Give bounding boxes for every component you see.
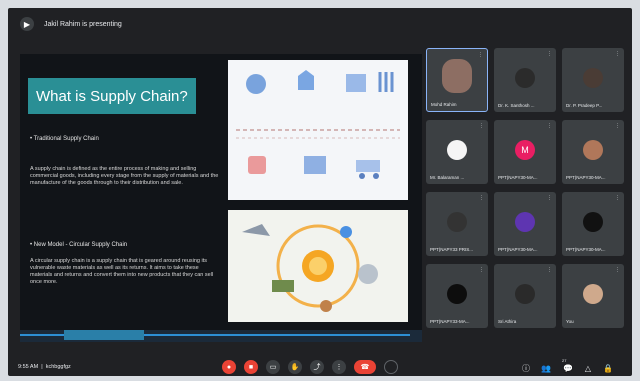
participant-tile[interactable]: ⋮ Dr. P. Pradeep P... [562, 48, 624, 112]
tile-menu-icon[interactable]: ⋮ [615, 123, 620, 129]
participant-tile[interactable]: ⋮ PPT(NAPY30-MA... [562, 120, 624, 184]
reaction-button[interactable] [384, 360, 398, 374]
tile-menu-icon[interactable]: ⋮ [479, 123, 484, 129]
bottom-control-bar: 9:55 AM | kchbggfgz ● ■ ▭ ✋ ⤴ ⋮ ☎ ⓘ 👥 27… [8, 356, 632, 376]
participant-name: PPT(NAPY33 PRIS... [430, 247, 474, 252]
slide-progress-bar [20, 330, 422, 342]
slide-section1-body: A supply chain is defined as the entire … [30, 166, 219, 186]
participant-name: Sri Athira [498, 319, 517, 324]
avatar [447, 212, 467, 232]
participant-tile[interactable]: ⋮ PPT(NAPY33 PRIS... [426, 192, 488, 256]
camera-off-icon: ■ [248, 363, 254, 371]
meet-window: ▶ Jakil Rahim is presenting What is Supp… [8, 8, 632, 376]
activities-button[interactable]: △ [582, 362, 594, 374]
mic-off-icon: ● [226, 363, 232, 371]
more-options-button[interactable]: ⋮ [332, 360, 346, 374]
participant-name: Dr. K. Santhosh ... [498, 103, 535, 108]
chat-button[interactable]: 💬 [562, 362, 574, 374]
end-call-button[interactable]: ☎ [354, 360, 376, 374]
participant-name: Mohd Rahim [431, 102, 457, 107]
slide-title-box: What is Supply Chain? [28, 78, 196, 114]
avatar [442, 59, 472, 93]
participant-name: PPT(NAPY30-MA... [566, 247, 606, 252]
avatar [447, 284, 467, 304]
mic-off-button[interactable]: ● [222, 360, 236, 374]
hand-icon: ✋ [290, 364, 300, 371]
meeting-code: kchbggfgz [45, 364, 71, 370]
host-controls-button[interactable]: 🔒 [602, 362, 614, 374]
participant-tile[interactable]: ⋮ PPT(NAPY30-MA... [562, 192, 624, 256]
presenting-icon: ▶ [20, 17, 34, 31]
avatar [447, 140, 467, 160]
tile-menu-icon[interactable]: ⋮ [547, 123, 552, 129]
tile-menu-icon[interactable]: ⋮ [547, 195, 552, 201]
meeting-time: 9:55 AM [18, 364, 39, 370]
present-icon: ⤴ [313, 364, 321, 371]
avatar [583, 284, 603, 304]
circular-economy-illustration [228, 210, 408, 322]
participant-tile[interactable]: ⋮ Mohd Rahim [426, 48, 488, 112]
tile-menu-icon[interactable]: ⋮ [615, 51, 620, 57]
top-bar: ▶ Jakil Rahim is presenting [8, 8, 632, 40]
raise-hand-button[interactable]: ✋ [288, 360, 302, 374]
present-button[interactable]: ⤴ [310, 360, 324, 374]
end-call-icon: ☎ [360, 364, 370, 371]
info-icon: ⓘ [522, 363, 530, 373]
meeting-info-button[interactable]: ⓘ [520, 362, 532, 374]
avatar [515, 212, 535, 232]
slide-section2-body: A circular supply chain is a supply chai… [30, 258, 214, 285]
participant-name: Dr. P. Pradeep P... [566, 103, 603, 108]
avatar [583, 68, 603, 88]
avatar [515, 284, 535, 304]
participant-tile[interactable]: ⋮ PPT(NAPY30-MA... [494, 192, 556, 256]
participant-tile[interactable]: ⋮ PPT(NAPY33-MA... [426, 264, 488, 328]
participant-tile[interactable]: ⋮ You [562, 264, 624, 328]
tile-menu-icon[interactable]: ⋮ [479, 195, 484, 201]
captions-icon: ▭ [269, 364, 277, 371]
participant-tile[interactable]: M ⋮ PPT(NAPY30-MA... [494, 120, 556, 184]
slide-footer-tag [64, 330, 144, 340]
avatar [515, 68, 535, 88]
participant-name: Mr. Balaraman ... [430, 175, 465, 180]
captions-button[interactable]: ▭ [266, 360, 280, 374]
slide-section1-heading: • Traditional Supply Chain [30, 136, 99, 142]
presenting-label: Jakil Rahim is presenting [44, 20, 122, 28]
avatar [583, 212, 603, 232]
supply-chain-illustration [228, 60, 408, 200]
tile-menu-icon[interactable]: ⋮ [479, 267, 484, 273]
people-button[interactable]: 👥 [540, 362, 552, 374]
slide-title: What is Supply Chain? [36, 87, 188, 105]
chat-icon: 💬 [563, 363, 573, 373]
participant-name: PPT(NAPY30-MA... [566, 175, 606, 180]
avatar [583, 140, 603, 160]
tile-menu-icon[interactable]: ⋮ [547, 267, 552, 273]
participant-name: PPT(NAPY30-MA... [498, 247, 538, 252]
camera-off-button[interactable]: ■ [244, 360, 258, 374]
more-icon: ⋮ [335, 364, 343, 371]
people-icon: 👥 [541, 363, 551, 373]
avatar: M [515, 140, 535, 160]
activities-icon: △ [584, 363, 592, 373]
lock-icon: 🔒 [603, 363, 613, 373]
meeting-clock: 9:55 AM | kchbggfgz [18, 364, 71, 370]
tile-menu-icon[interactable]: ⋮ [615, 267, 620, 273]
tile-menu-icon[interactable]: ⋮ [615, 195, 620, 201]
presentation-slide: What is Supply Chain? • Traditional Supp… [20, 54, 422, 342]
tile-menu-icon[interactable]: ⋮ [478, 52, 483, 58]
participant-name: PPT(NAPY33-MA... [430, 319, 470, 324]
participant-name: PPT(NAPY30-MA... [498, 175, 538, 180]
tile-menu-icon[interactable]: ⋮ [547, 51, 552, 57]
participant-tile[interactable]: ⋮ Sri Athira [494, 264, 556, 328]
participant-tile[interactable]: ⋮ Dr. K. Santhosh ... [494, 48, 556, 112]
participant-tile[interactable]: ⋮ Mr. Balaraman ... [426, 120, 488, 184]
participant-name: You [566, 319, 574, 324]
slide-section2-heading: • New Model - Circular Supply Chain [30, 242, 128, 248]
participant-grid: ⋮ Mohd Rahim ⋮ Dr. K. Santhosh ... ⋮ Dr. P. P… [426, 48, 626, 334]
